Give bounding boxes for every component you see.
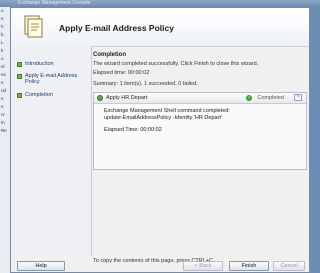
back-button[interactable]: < Back bbox=[183, 261, 223, 271]
step-complete-icon bbox=[17, 74, 22, 79]
cancel-button[interactable]: Cancel bbox=[273, 261, 305, 271]
nav-item-apply-policy[interactable]: Apply E-mail Address Policy bbox=[17, 73, 87, 85]
wizard-logo-icon bbox=[24, 15, 43, 38]
wizard-content: Completion The wizard completed successf… bbox=[93, 48, 307, 254]
finish-button[interactable]: Finish bbox=[229, 261, 269, 271]
wizard-nav: Introduction Apply E-mail Address Policy… bbox=[11, 46, 92, 256]
task-output-line1: Exchange Management Shell command comple… bbox=[104, 108, 230, 114]
nav-item-introduction[interactable]: Introduction bbox=[17, 61, 54, 67]
summary-text: Summary: 1 item(s). 1 succeeded, 0 faile… bbox=[93, 81, 198, 87]
task-elapsed-time: Elapsed Time: 00:00:02 bbox=[104, 127, 162, 133]
help-button[interactable]: Help bbox=[17, 261, 65, 271]
wizard-dialog: Apply E-mail Address Policy Introduction… bbox=[10, 7, 310, 273]
section-title: Completion bbox=[93, 52, 126, 58]
nav-item-completion[interactable]: Completion bbox=[17, 92, 53, 98]
policy-icon bbox=[97, 95, 103, 101]
step-complete-icon bbox=[17, 62, 22, 67]
task-header: Apply HR Depart ✓ Completed ⌃ bbox=[94, 93, 306, 104]
collapse-button[interactable]: ⌃ bbox=[294, 94, 302, 101]
step-current-icon bbox=[17, 93, 22, 98]
wizard-title: Apply E-mail Address Policy bbox=[59, 23, 174, 33]
task-result-panel: Apply HR Depart ✓ Completed ⌃ Exchange M… bbox=[93, 92, 307, 170]
wizard-header: Apply E-mail Address Policy bbox=[11, 8, 309, 47]
task-status: Completed bbox=[257, 95, 284, 101]
elapsed-time: Elapsed time: 00:00:02 bbox=[93, 70, 150, 76]
completion-message: The wizard completed successfully. Click… bbox=[93, 61, 259, 67]
window-title-bar: Exchange Management Console bbox=[0, 0, 320, 7]
check-icon: ✓ bbox=[246, 95, 252, 101]
task-name: Apply HR Depart bbox=[106, 95, 148, 101]
task-output-command: update-EmailAddressPolicy -Identity 'HR … bbox=[104, 115, 222, 121]
